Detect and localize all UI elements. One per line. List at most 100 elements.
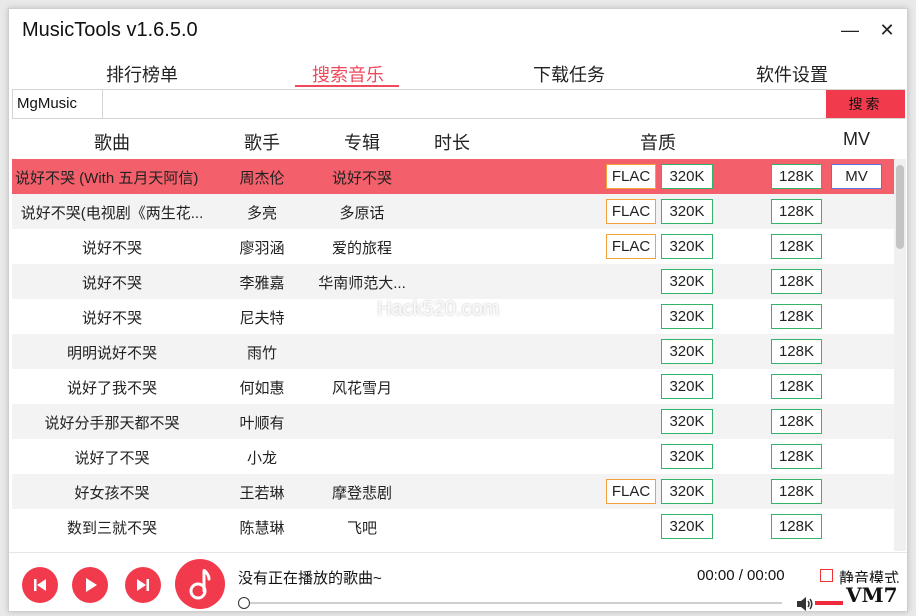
column-header-song[interactable]: 歌曲 — [94, 129, 130, 155]
progress-knob[interactable] — [238, 597, 250, 609]
song-title: 说好了不哭 — [74, 450, 150, 467]
song-list: 说好不哭 (With 五月天阿信) 周杰伦 说好不哭 FLAC 320K 128K MV 说好… — [12, 159, 894, 551]
download-128k-button[interactable]: 128K — [771, 339, 822, 364]
search-button[interactable]: 搜索 — [826, 90, 905, 118]
download-320k-button[interactable]: 320K — [661, 304, 713, 329]
download-128k-button[interactable]: 128K — [771, 514, 822, 539]
table-row[interactable]: 说好不哭 李雅嘉 华南师范大... 320K 128K — [12, 264, 894, 299]
song-title: 说好了我不哭 — [66, 380, 157, 397]
play-button[interactable] — [72, 567, 108, 603]
download-320k-button[interactable]: 320K — [661, 479, 713, 504]
song-artist: 叶顺有 — [239, 415, 285, 432]
player-bar: 没有正在播放的歌曲~ 00:00 / 00:00 静音模式 — [9, 552, 907, 611]
column-header-mv[interactable]: MV — [843, 129, 870, 150]
volume-icon[interactable] — [796, 596, 814, 611]
flac-download-button[interactable]: FLAC — [606, 479, 656, 504]
table-row[interactable]: 说好了我不哭 何如惠 风花雪月 320K 128K — [12, 369, 894, 404]
download-320k-button[interactable]: 320K — [661, 269, 713, 294]
mute-checkbox[interactable] — [820, 569, 833, 582]
skip-forward-icon — [137, 579, 149, 591]
song-title: 说好不哭(电视剧《两生花... — [20, 205, 204, 222]
play-icon — [86, 578, 97, 592]
tab-charts[interactable]: 排行榜单 — [87, 61, 197, 87]
table-row[interactable]: 说好不哭(电视剧《两生花... 多亮 多原话 FLAC 320K 128K — [12, 194, 894, 229]
song-album: 飞吧 — [346, 520, 377, 537]
download-128k-button[interactable]: 128K — [771, 269, 822, 294]
download-320k-button[interactable]: 320K — [661, 444, 713, 469]
table-row[interactable]: 数到三就不哭 陈慧琳 飞吧 320K 128K — [12, 509, 894, 544]
table-row[interactable]: 说好不哭 (With 五月天阿信) 周杰伦 说好不哭 FLAC 320K 128K MV — [12, 159, 894, 194]
tab-settings[interactable]: 软件设置 — [737, 61, 847, 87]
scrollbar[interactable] — [894, 159, 906, 551]
download-128k-button[interactable]: 128K — [771, 374, 822, 399]
song-title: 明明说好不哭 — [66, 345, 157, 362]
table-row[interactable]: 说好了不哭 小龙 320K 128K — [12, 439, 894, 474]
song-album: 风花雪月 — [331, 380, 392, 397]
column-header-quality[interactable]: 音质 — [640, 129, 676, 155]
tab-downloads[interactable]: 下载任务 — [514, 61, 624, 87]
download-128k-button[interactable]: 128K — [771, 199, 822, 224]
song-album: 爱的旅程 — [331, 240, 392, 257]
close-button[interactable]: ✕ — [874, 17, 900, 43]
table-header: 歌曲 歌手 专辑 时长 音质 MV — [9, 123, 907, 157]
download-128k-button[interactable]: 128K — [771, 234, 822, 259]
download-128k-button[interactable]: 128K — [771, 304, 822, 329]
tab-search-music[interactable]: 搜索音乐 — [293, 61, 403, 87]
progress-slider[interactable] — [238, 596, 788, 610]
song-title: 说好不哭 — [81, 240, 142, 257]
speaker-icon — [797, 597, 813, 611]
table-row[interactable]: 好女孩不哭 王若琳 摩登悲剧 FLAC 320K 128K — [12, 474, 894, 509]
download-320k-button[interactable]: 320K — [661, 514, 713, 539]
playback-time: 00:00 / 00:00 — [697, 567, 785, 584]
table-row[interactable]: 说好不哭 廖羽涵 爱的旅程 FLAC 320K 128K — [12, 229, 894, 264]
album-art — [175, 559, 225, 609]
song-title: 好女孩不哭 — [74, 485, 150, 502]
song-title: 说好不哭 — [81, 275, 142, 292]
table-row[interactable]: 明明说好不哭 雨竹 320K 128K — [12, 334, 894, 369]
source-select[interactable]: MgMusic — [13, 90, 103, 118]
song-title: 说好不哭 (With 五月天阿信) — [15, 170, 199, 187]
song-album: 华南师范大... — [318, 275, 406, 292]
download-128k-button[interactable]: 128K — [771, 164, 822, 189]
column-header-artist[interactable]: 歌手 — [244, 129, 280, 155]
music-note-icon — [189, 569, 211, 600]
song-title: 说好分手那天都不哭 — [44, 415, 180, 432]
app-window: MusicTools v1.6.5.0 — ✕ 排行榜单 搜索音乐 下载任务 软… — [8, 8, 908, 612]
song-title: 说好不哭 — [81, 310, 142, 327]
song-artist: 尼夫特 — [239, 310, 285, 327]
column-header-album[interactable]: 专辑 — [344, 129, 380, 155]
column-header-duration[interactable]: 时长 — [434, 129, 470, 155]
download-320k-button[interactable]: 320K — [661, 339, 713, 364]
mv-button[interactable]: MV — [831, 164, 882, 189]
song-artist: 雨竹 — [246, 345, 277, 362]
progress-track — [244, 602, 782, 604]
song-artist: 小龙 — [246, 450, 277, 467]
download-320k-button[interactable]: 320K — [661, 409, 713, 434]
search-input[interactable] — [104, 90, 826, 118]
next-button[interactable] — [125, 567, 161, 603]
watermark: Hack520.com — [377, 298, 500, 320]
main-tabs: 排行榜单 搜索音乐 下载任务 软件设置 — [9, 57, 907, 93]
download-320k-button[interactable]: 320K — [661, 374, 713, 399]
song-album: 说好不哭 — [331, 170, 392, 187]
now-playing-text: 没有正在播放的歌曲~ — [238, 570, 382, 587]
table-row[interactable]: 说好分手那天都不哭 叶顺有 320K 128K — [12, 404, 894, 439]
previous-button[interactable] — [22, 567, 58, 603]
skip-back-icon — [34, 579, 46, 591]
download-128k-button[interactable]: 128K — [771, 444, 822, 469]
scrollbar-thumb[interactable] — [896, 165, 904, 249]
minimize-button[interactable]: — — [837, 17, 863, 43]
download-320k-button[interactable]: 320K — [661, 234, 713, 259]
song-album: 摩登悲剧 — [331, 485, 392, 502]
download-128k-button[interactable]: 128K — [771, 409, 822, 434]
search-bar: MgMusic 搜索 — [12, 89, 905, 119]
flac-download-button[interactable]: FLAC — [606, 199, 656, 224]
song-title: 数到三就不哭 — [66, 520, 157, 537]
download-320k-button[interactable]: 320K — [661, 164, 713, 189]
download-128k-button[interactable]: 128K — [771, 479, 822, 504]
download-320k-button[interactable]: 320K — [661, 199, 713, 224]
vm7-badge: VM7 — [843, 583, 901, 607]
song-album: 多原话 — [339, 205, 385, 222]
flac-download-button[interactable]: FLAC — [606, 164, 656, 189]
flac-download-button[interactable]: FLAC — [606, 234, 656, 259]
